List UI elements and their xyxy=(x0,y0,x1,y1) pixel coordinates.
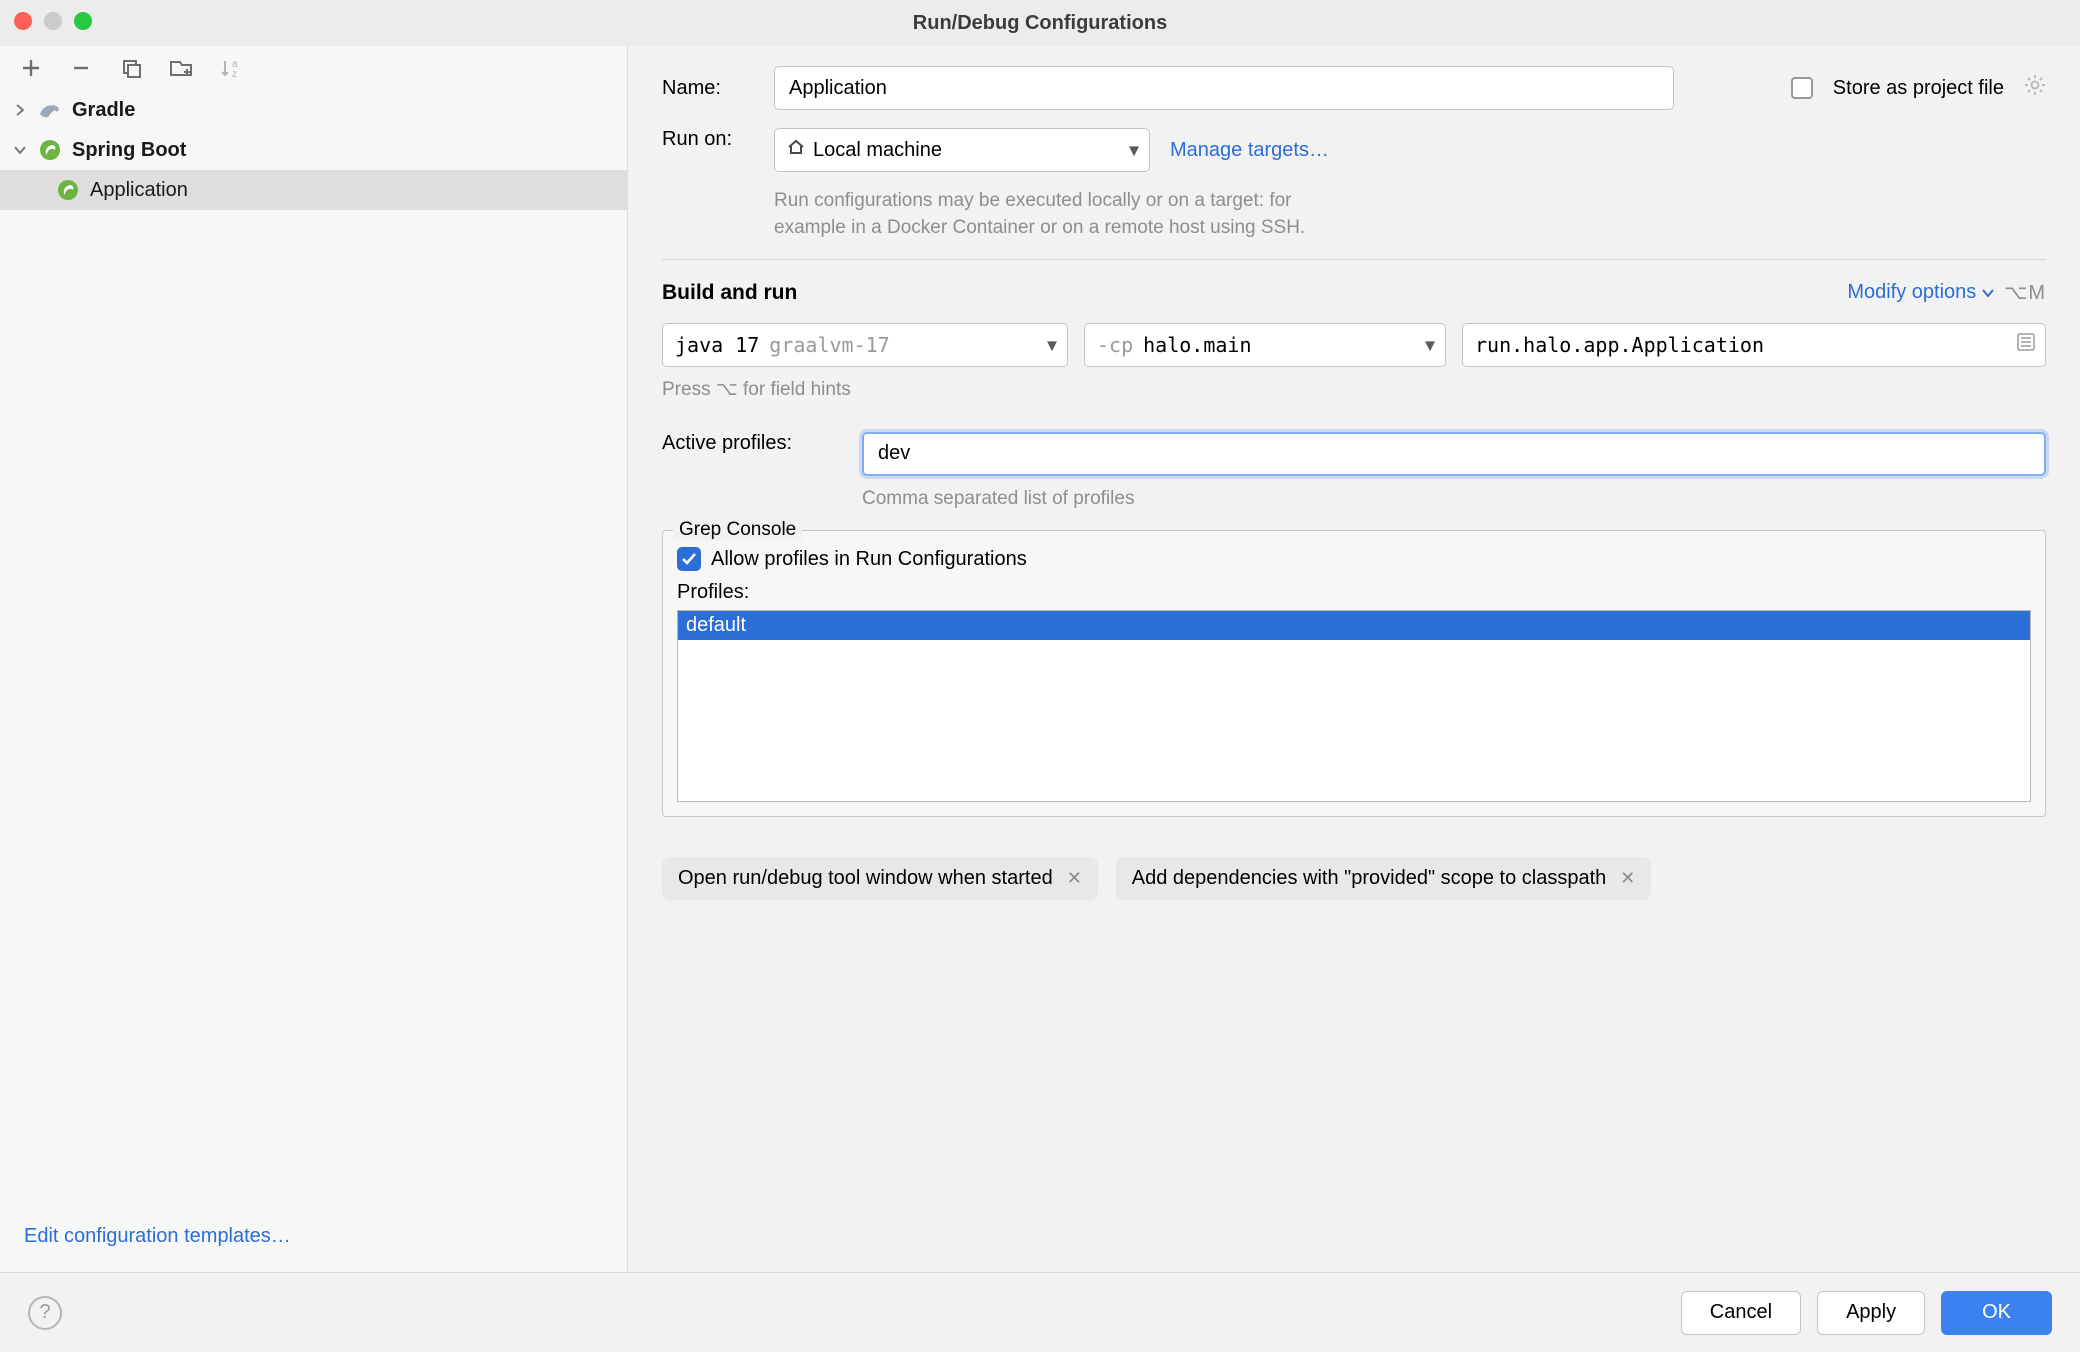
chevron-down-icon: ▾ xyxy=(1047,333,1057,358)
zoom-window-button[interactable] xyxy=(74,12,92,30)
run-on-value: Local machine xyxy=(813,139,942,162)
profiles-item-default[interactable]: default xyxy=(678,611,2030,640)
manage-targets-link[interactable]: Manage targets… xyxy=(1170,139,1329,162)
window-title: Run/Debug Configurations xyxy=(913,12,1167,35)
classpath-dropdown[interactable]: -cp halo.main ▾ xyxy=(1084,323,1446,367)
tree-label: Gradle xyxy=(72,99,135,122)
save-template-icon[interactable] xyxy=(168,55,194,81)
grep-console-title: Grep Console xyxy=(673,519,802,541)
divider xyxy=(662,259,2046,260)
chip-open-tool-window[interactable]: Open run/debug tool window when started … xyxy=(662,857,1098,900)
tree-label: Spring Boot xyxy=(72,139,186,162)
allow-profiles-label: Allow profiles in Run Configurations xyxy=(711,548,1027,571)
close-window-button[interactable] xyxy=(14,12,32,30)
remove-icon[interactable] xyxy=(68,55,94,81)
add-icon[interactable] xyxy=(18,55,44,81)
apply-button[interactable]: Apply xyxy=(1817,1291,1925,1335)
build-row: java 17 graalvm-17 ▾ -cp halo.main ▾ run… xyxy=(662,323,2046,367)
tree-node-springboot[interactable]: Spring Boot xyxy=(0,130,627,170)
chevron-down-icon xyxy=(1982,287,1994,299)
run-on-dropdown[interactable]: Local machine ▾ xyxy=(774,128,1150,172)
active-profiles-input[interactable] xyxy=(876,441,2032,466)
minimize-window-button[interactable] xyxy=(44,12,62,30)
store-as-project-label: Store as project file xyxy=(1833,77,2004,100)
sort-icon[interactable]: az xyxy=(218,55,244,81)
main-class-field[interactable]: run.halo.app.Application xyxy=(1462,323,2046,367)
tree-node-gradle[interactable]: Gradle xyxy=(0,90,627,130)
spring-icon xyxy=(38,138,62,162)
cancel-button[interactable]: Cancel xyxy=(1681,1291,1801,1335)
chevron-right-icon xyxy=(14,99,30,122)
build-run-header: Build and run Modify options ⌥M xyxy=(662,280,2046,305)
gradle-icon xyxy=(38,98,62,122)
gear-icon[interactable] xyxy=(2024,74,2046,102)
close-icon[interactable]: ✕ xyxy=(1620,868,1635,889)
modify-shortcut: ⌥M xyxy=(2004,280,2046,305)
field-hints: Press ⌥ for field hints xyxy=(662,377,2046,404)
allow-profiles-checkbox[interactable] xyxy=(677,547,701,571)
modify-options-link[interactable]: Modify options xyxy=(1847,281,1994,304)
cp-module: halo.main xyxy=(1143,333,1251,357)
edit-templates-link[interactable]: Edit configuration templates… xyxy=(24,1225,291,1247)
run-on-label: Run on: xyxy=(662,128,762,151)
jdk-secondary: graalvm-17 xyxy=(769,333,889,357)
sidebar-toolbar: az xyxy=(0,46,627,90)
name-label: Name: xyxy=(662,77,762,100)
jdk-primary: java 17 xyxy=(675,333,759,357)
sidebar: az Gradle xyxy=(0,46,628,1272)
close-icon[interactable]: ✕ xyxy=(1067,868,1082,889)
spring-icon xyxy=(56,178,80,202)
titlebar: Run/Debug Configurations xyxy=(0,0,2080,46)
run-on-help: Run configurations may be executed local… xyxy=(774,188,1329,241)
build-run-title: Build and run xyxy=(662,281,797,305)
run-config-window: Run/Debug Configurations az xyxy=(0,0,2080,1352)
list-icon[interactable] xyxy=(2017,333,2035,357)
active-profiles-help: Comma separated list of profiles xyxy=(862,486,2046,513)
grep-console-group: Grep Console Allow profiles in Run Confi… xyxy=(662,530,2046,817)
window-controls xyxy=(14,12,92,30)
name-input[interactable] xyxy=(787,76,1661,101)
copy-icon[interactable] xyxy=(118,55,144,81)
chevron-down-icon: ▾ xyxy=(1425,333,1435,358)
body: az Gradle xyxy=(0,46,2080,1272)
chip-provided-scope[interactable]: Add dependencies with "provided" scope t… xyxy=(1116,857,1652,900)
profiles-listbox[interactable]: default xyxy=(677,610,2031,802)
tree-label: Application xyxy=(90,179,188,202)
help-icon[interactable]: ? xyxy=(28,1296,62,1330)
options-chips: Open run/debug tool window when started … xyxy=(662,857,2046,900)
chevron-down-icon: ▾ xyxy=(1129,138,1139,163)
ok-button[interactable]: OK xyxy=(1941,1291,2052,1335)
cp-prefix: -cp xyxy=(1097,333,1133,357)
store-as-project-checkbox[interactable] xyxy=(1791,77,1813,99)
jdk-dropdown[interactable]: java 17 graalvm-17 ▾ xyxy=(662,323,1068,367)
svg-text:z: z xyxy=(232,69,237,78)
home-icon xyxy=(787,138,805,162)
profiles-label: Profiles: xyxy=(677,581,2031,604)
name-input-wrapper xyxy=(774,66,1674,110)
dialog-footer: ? Cancel Apply OK xyxy=(0,1272,2080,1352)
chevron-down-icon xyxy=(14,139,30,162)
sidebar-footer: Edit configuration templates… xyxy=(0,1207,627,1272)
active-profiles-input-wrapper xyxy=(862,432,2046,476)
config-tree[interactable]: Gradle Spring Boot Application xyxy=(0,90,627,1207)
active-profiles-label: Active profiles: xyxy=(662,432,842,455)
tree-node-application[interactable]: Application xyxy=(0,170,627,210)
main-class: run.halo.app.Application xyxy=(1475,333,1764,357)
form-panel: Name: Store as project file Run on: xyxy=(628,46,2080,1272)
